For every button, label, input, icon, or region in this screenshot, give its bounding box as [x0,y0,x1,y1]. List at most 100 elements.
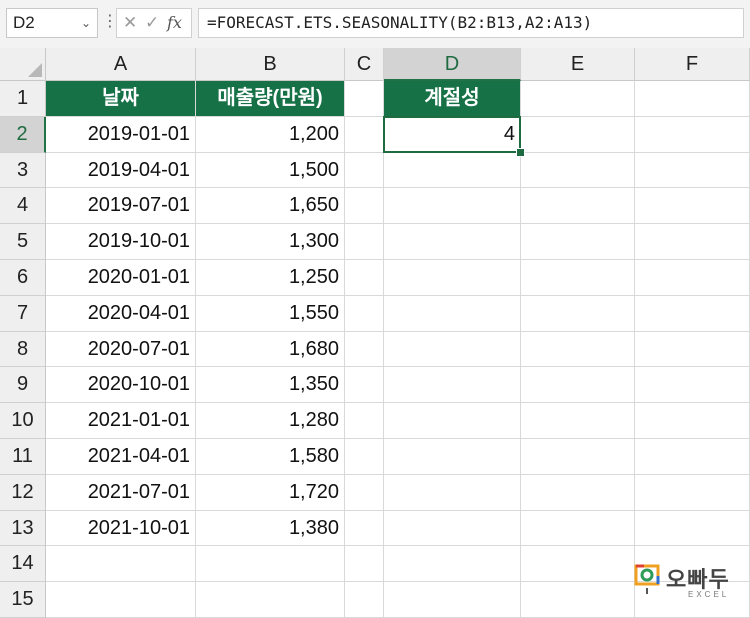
date-cell[interactable]: 2019-10-01 [46,224,196,260]
cell-c10[interactable] [345,403,384,439]
sales-cell[interactable]: 1,550 [196,295,345,332]
cell-c15[interactable] [345,582,384,618]
cell-c13[interactable] [345,510,384,547]
sales-cell[interactable]: 1,300 [196,224,345,260]
cell-e14[interactable] [521,546,635,583]
date-cell[interactable]: 2021-04-01 [46,439,196,475]
fill-handle[interactable] [516,147,525,157]
chevron-down-icon[interactable]: ⌄ [81,9,91,37]
cell-e5[interactable] [521,224,635,260]
insert-function-icon[interactable]: fx [167,9,182,37]
cell-d15[interactable] [384,582,521,618]
sales-cell[interactable]: 1,650 [196,188,345,225]
cell-c3[interactable] [345,152,384,189]
cell-e12[interactable] [521,474,635,511]
cell-c14[interactable] [345,546,384,583]
sales-cell[interactable]: 1,720 [196,474,345,511]
cell-d9[interactable] [384,367,521,404]
row-header-2[interactable]: 2 [0,116,46,153]
cell-f11[interactable] [635,439,750,475]
cell-f6[interactable] [635,260,750,296]
cell-e9[interactable] [521,367,635,404]
header-seasonality[interactable]: 계절성 [384,81,521,117]
name-box[interactable]: D2 ⌄ [6,8,98,38]
cell-e15[interactable] [521,582,635,618]
cancel-icon[interactable]: ✕ [123,9,137,37]
row-header-7[interactable]: 7 [0,295,46,332]
cell-c4[interactable] [345,188,384,225]
cell-f10[interactable] [635,403,750,439]
row-header-15[interactable]: 15 [0,582,46,618]
cell-e11[interactable] [521,439,635,475]
cell-f13[interactable] [635,510,750,547]
sales-cell[interactable]: 1,680 [196,331,345,368]
row-header-9[interactable]: 9 [0,367,46,404]
cell-f9[interactable] [635,367,750,404]
cell-e13[interactable] [521,510,635,547]
cell-c7[interactable] [345,295,384,332]
date-cell[interactable]: 2020-01-01 [46,260,196,296]
column-header-f[interactable]: F [635,48,750,81]
enter-icon[interactable]: ✓ [145,9,159,37]
date-cell[interactable]: 2020-04-01 [46,295,196,332]
date-cell[interactable]: 2019-04-01 [46,152,196,189]
date-cell[interactable]: 2021-01-01 [46,403,196,439]
cell-f4[interactable] [635,188,750,225]
cell-d12[interactable] [384,474,521,511]
cell-c6[interactable] [345,260,384,296]
formula-input[interactable]: =FORECAST.ETS.SEASONALITY(B2:B13,A2:A13) [198,8,744,38]
cell-e4[interactable] [521,188,635,225]
cell-c9[interactable] [345,367,384,404]
cell-c1[interactable] [345,81,384,117]
spreadsheet-grid[interactable]: A B C D E F 1 날짜 매출량(만원) 계절성 2 2019-01-01 1,200 4 3 201… [0,48,750,618]
cell-f8[interactable] [635,331,750,368]
seasonality-result-cell[interactable]: 4 [384,116,521,153]
cell-f1[interactable] [635,81,750,117]
cell-d13[interactable] [384,510,521,547]
column-header-e[interactable]: E [521,48,635,81]
cell-d6[interactable] [384,260,521,296]
sales-cell[interactable]: 1,200 [196,116,345,153]
row-header-11[interactable]: 11 [0,439,46,475]
column-header-b[interactable]: B [196,48,345,81]
sales-cell[interactable]: 1,280 [196,403,345,439]
row-header-3[interactable]: 3 [0,152,46,189]
header-sales[interactable]: 매출량(만원) [196,81,345,117]
cell-d10[interactable] [384,403,521,439]
cell-e2[interactable] [521,116,635,153]
header-date[interactable]: 날짜 [46,81,196,117]
cell-c12[interactable] [345,474,384,511]
sales-cell[interactable]: 1,380 [196,510,345,547]
cell-d8[interactable] [384,331,521,368]
sales-cell[interactable]: 1,350 [196,367,345,404]
row-header-5[interactable]: 5 [0,224,46,260]
cell-c11[interactable] [345,439,384,475]
date-cell[interactable]: 2020-07-01 [46,331,196,368]
cell-f2[interactable] [635,116,750,153]
date-cell[interactable]: 2019-01-01 [46,116,196,153]
cell-b14[interactable] [196,546,345,583]
cell-e7[interactable] [521,295,635,332]
date-cell[interactable]: 2021-07-01 [46,474,196,511]
row-header-14[interactable]: 14 [0,546,46,583]
cell-c5[interactable] [345,224,384,260]
cell-f3[interactable] [635,152,750,189]
cell-d5[interactable] [384,224,521,260]
cell-e10[interactable] [521,403,635,439]
date-cell[interactable]: 2021-10-01 [46,510,196,547]
cell-e8[interactable] [521,331,635,368]
column-header-d[interactable]: D [384,48,521,81]
select-all-button[interactable] [0,48,46,81]
cell-a14[interactable] [46,546,196,583]
date-cell[interactable]: 2019-07-01 [46,188,196,225]
cell-d4[interactable] [384,188,521,225]
row-header-12[interactable]: 12 [0,474,46,511]
cell-c2[interactable] [345,116,384,153]
date-cell[interactable]: 2020-10-01 [46,367,196,404]
cell-c8[interactable] [345,331,384,368]
column-header-a[interactable]: A [46,48,196,81]
cell-e6[interactable] [521,260,635,296]
sales-cell[interactable]: 1,500 [196,152,345,189]
cell-d7[interactable] [384,295,521,332]
cell-f7[interactable] [635,295,750,332]
